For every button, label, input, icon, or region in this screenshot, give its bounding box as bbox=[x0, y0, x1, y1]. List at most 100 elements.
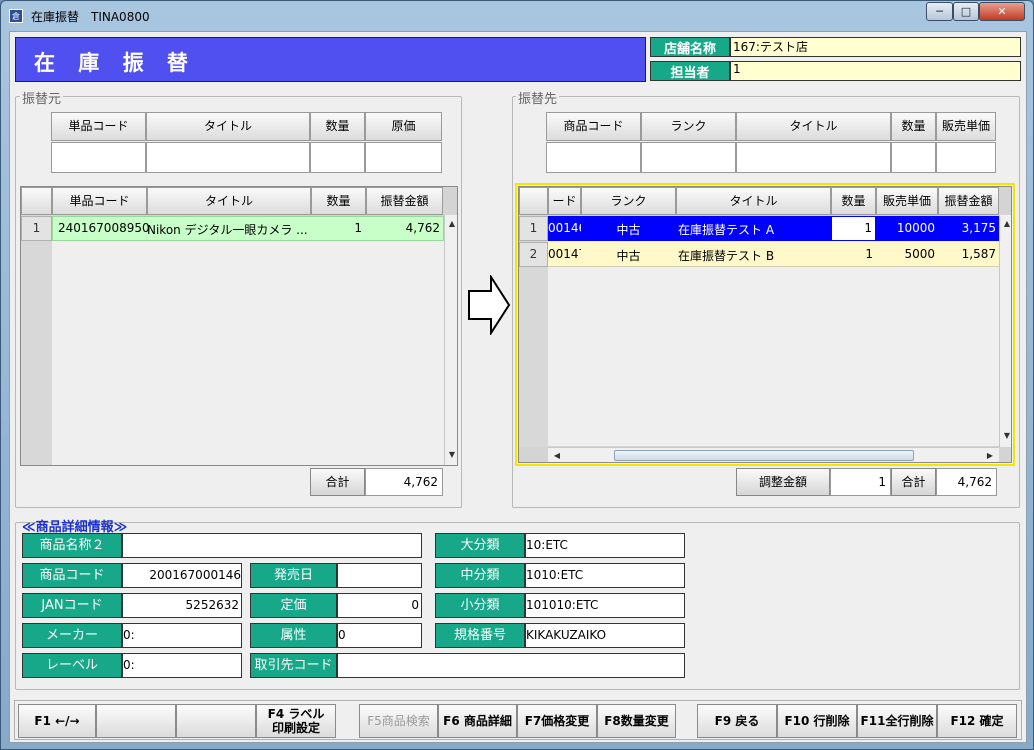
f3-button[interactable] bbox=[176, 704, 256, 738]
source-code-input[interactable] bbox=[51, 142, 146, 173]
maximize-button[interactable]: □ bbox=[953, 2, 979, 21]
list-price-label: 定価 bbox=[250, 593, 337, 618]
major-category-value: 10:ETC bbox=[525, 533, 685, 558]
minor-category-label: 小分類 bbox=[435, 593, 525, 618]
row-qty[interactable]: 1 bbox=[831, 216, 876, 241]
row-amount: 3,175 bbox=[961, 221, 996, 235]
row-amount: 4,762 bbox=[405, 221, 440, 235]
source-grid[interactable]: 単品コード タイトル 数量 振替金額 1 240167008950 Nikon … bbox=[20, 186, 458, 466]
window-title: 在庫振替 TINA0800 bbox=[31, 10, 150, 24]
adjust-amount-label: 調整金額 bbox=[736, 468, 830, 496]
list-price-value: 0 bbox=[337, 593, 422, 618]
dest-group-label: 振替先 bbox=[516, 88, 560, 107]
close-button[interactable]: ✕ bbox=[979, 2, 1025, 21]
jan-code-value: 5252632 bbox=[122, 593, 242, 618]
screen-title-banner: 在 庫 振 替 bbox=[15, 37, 646, 82]
product-code-label: 商品コード bbox=[22, 563, 122, 588]
scroll-up-icon[interactable]: ▲ bbox=[445, 217, 457, 231]
spec-number-label: 規格番号 bbox=[435, 623, 525, 648]
dest-input-header-qty: 数量 bbox=[891, 112, 936, 141]
source-grid-header-qty[interactable]: 数量 bbox=[311, 187, 366, 215]
dest-grid-header-code[interactable]: ード bbox=[548, 187, 581, 215]
f4-label-line2: 印刷設定 bbox=[271, 721, 320, 735]
row-title: 在庫振替テスト B bbox=[678, 249, 775, 263]
source-grid-corner bbox=[21, 187, 52, 215]
row-qty: 1 bbox=[865, 247, 873, 261]
scroll-down-icon[interactable]: ▼ bbox=[1000, 429, 1011, 443]
supplier-code-value bbox=[337, 653, 685, 678]
source-title-input[interactable] bbox=[146, 142, 310, 173]
minimize-button[interactable]: ─ bbox=[926, 2, 953, 21]
scroll-thumb[interactable] bbox=[614, 450, 914, 461]
name2-value bbox=[122, 533, 422, 558]
app-icon: 倉 bbox=[9, 9, 23, 23]
source-group-label: 振替元 bbox=[20, 88, 64, 107]
staff-label: 担当者 bbox=[650, 61, 730, 81]
f2-button[interactable] bbox=[96, 704, 176, 738]
dest-input-header-title: タイトル bbox=[736, 112, 891, 141]
f7-price-change-button[interactable]: F7価格変更 bbox=[517, 704, 597, 738]
dest-input-header-price: 販売単価 bbox=[936, 112, 996, 141]
f12-confirm-button[interactable]: F12 確定 bbox=[937, 704, 1017, 738]
source-qty-input[interactable] bbox=[310, 142, 365, 173]
dest-input-header-code: 商品コード bbox=[546, 112, 641, 141]
dest-vertical-scrollbar[interactable]: ▲ ▼ bbox=[999, 215, 1011, 447]
row-amount: 1,587 bbox=[961, 247, 996, 261]
dest-horizontal-scrollbar[interactable]: ◀ ▶ bbox=[548, 447, 999, 462]
app-window: 倉 在庫振替 TINA0800 ─ □ ✕ 在 庫 振 替 店舗名称 167:テ… bbox=[0, 0, 1034, 750]
label-value: 0: bbox=[122, 653, 242, 678]
supplier-code-label: 取引先コード bbox=[250, 653, 337, 678]
title-bar: 倉 在庫振替 TINA0800 ─ □ ✕ bbox=[1, 1, 1033, 31]
dest-grid-corner bbox=[519, 187, 548, 215]
f6-product-detail-button[interactable]: F6 商品詳細 bbox=[438, 704, 517, 738]
dest-input-header-rank: ランク bbox=[641, 112, 736, 141]
spec-number-value: KIKAKUZAIKO bbox=[525, 623, 685, 648]
client-area: 在 庫 振 替 店舗名称 167:テスト店 担当者 1 振替元 単品コード タイ… bbox=[9, 31, 1027, 743]
label-label: レーベル bbox=[22, 653, 122, 678]
dest-grid-header-title[interactable]: タイトル bbox=[676, 187, 831, 215]
f1-toggle-button[interactable]: F1 ←/→ bbox=[18, 704, 96, 738]
f11-delete-all-button[interactable]: F11全行削除 bbox=[857, 704, 937, 738]
f9-back-button[interactable]: F9 戻る bbox=[697, 704, 777, 738]
source-input-header-cost: 原価 bbox=[365, 112, 442, 141]
major-category-label: 大分類 bbox=[435, 533, 525, 558]
source-grid-header-code[interactable]: 単品コード bbox=[52, 187, 147, 215]
dest-grid-header-qty[interactable]: 数量 bbox=[831, 187, 876, 215]
row-price: 10000 bbox=[896, 221, 935, 235]
f5-product-search-button[interactable]: F5商品検索 bbox=[359, 704, 438, 738]
scroll-right-icon[interactable]: ▶ bbox=[983, 449, 997, 462]
dest-grid[interactable]: ード ランク タイトル 数量 販売単価 振替金額 1 00146 中古 在庫振替… bbox=[518, 186, 1012, 463]
dest-price-input[interactable] bbox=[936, 142, 996, 173]
dest-grid-header-rank[interactable]: ランク bbox=[581, 187, 676, 215]
source-grid-header-title[interactable]: タイトル bbox=[147, 187, 311, 215]
row-code: 00147 bbox=[548, 247, 581, 261]
dest-qty-input[interactable] bbox=[891, 142, 936, 173]
scroll-left-icon[interactable]: ◀ bbox=[550, 449, 564, 462]
release-date-label: 発売日 bbox=[250, 563, 337, 588]
dest-title-input[interactable] bbox=[736, 142, 891, 173]
attribute-label: 属性 bbox=[250, 623, 337, 648]
f4-label-print-button[interactable]: F4 ラベル 印刷設定 bbox=[256, 704, 336, 738]
dest-rank-input[interactable] bbox=[641, 142, 736, 173]
source-input-header-qty: 数量 bbox=[310, 112, 365, 141]
f8-qty-change-button[interactable]: F8数量変更 bbox=[597, 704, 676, 738]
source-grid-header-amount[interactable]: 振替金額 bbox=[366, 187, 443, 215]
adjust-amount-value[interactable]: 1 bbox=[830, 468, 891, 496]
row-number: 1 bbox=[519, 216, 548, 241]
source-vertical-scrollbar[interactable]: ▲ ▼ bbox=[444, 215, 457, 465]
dest-total-value: 4,762 bbox=[936, 468, 997, 496]
dest-grid-header-price[interactable]: 販売単価 bbox=[876, 187, 938, 215]
scroll-down-icon[interactable]: ▼ bbox=[445, 448, 457, 462]
source-cost-input[interactable] bbox=[365, 142, 442, 173]
scroll-up-icon[interactable]: ▲ bbox=[1000, 217, 1011, 231]
dest-grid-header-amount[interactable]: 振替金額 bbox=[938, 187, 999, 215]
source-total-value: 4,762 bbox=[365, 468, 443, 496]
f4-label-line1: F4 ラベル bbox=[267, 707, 325, 721]
source-grid-body bbox=[52, 217, 445, 465]
staff-value: 1 bbox=[730, 61, 1021, 81]
release-date-value bbox=[337, 563, 422, 588]
jan-code-label: JANコード bbox=[22, 593, 122, 618]
dest-code-input[interactable] bbox=[546, 142, 641, 173]
source-total-label: 合計 bbox=[310, 468, 365, 496]
f10-delete-row-button[interactable]: F10 行削除 bbox=[777, 704, 857, 738]
